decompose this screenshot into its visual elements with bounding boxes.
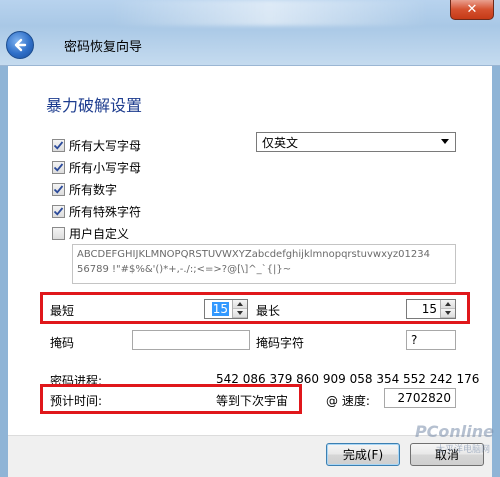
arrow-down-icon <box>445 311 451 315</box>
spin-up-button[interactable] <box>233 300 247 309</box>
min-length-spin-buttons[interactable] <box>232 300 247 318</box>
checkbox-uppercase[interactable]: 所有大写字母 <box>52 136 141 154</box>
checkbox-box[interactable] <box>52 204 65 218</box>
max-length-spin-buttons[interactable] <box>440 300 455 318</box>
checkmark-icon <box>53 140 64 150</box>
max-length-stepper[interactable]: 15 <box>406 299 456 319</box>
checkbox-lowercase[interactable]: 所有小写字母 <box>52 158 141 176</box>
checkbox-label: 所有小写字母 <box>69 160 142 175</box>
wizard-footer: 完成(F) 取消 <box>8 435 492 477</box>
watermark-subtitle: 太平洋电脑网 <box>435 445 490 455</box>
spin-up-button[interactable] <box>441 300 455 309</box>
checkbox-label: 所有数字 <box>69 182 118 197</box>
checkmark-icon <box>53 206 64 216</box>
checkbox-label: 用户自定义 <box>69 226 130 241</box>
checkbox-box[interactable] <box>52 160 65 174</box>
page-heading: 暴力破解设置 <box>46 96 143 115</box>
mask-char-label: 掩码字符 <box>256 336 305 350</box>
mask-input[interactable] <box>132 330 250 350</box>
back-arrow-icon <box>14 38 27 52</box>
checkbox-digits[interactable]: 所有数字 <box>52 180 117 198</box>
arrow-up-icon <box>237 302 243 306</box>
speed-field: 2702820 <box>384 388 456 408</box>
wizard-content: 暴力破解设置 所有大写字母 所有小写字母 所有数字 所有特殊字符 用户自定义 仅… <box>8 66 492 435</box>
checkmark-icon <box>53 162 64 172</box>
spin-down-button[interactable] <box>441 309 455 318</box>
charset-line-1: ABCDEFGHIJKLMNOPQRSTUVWXYZabcdefghijklmn… <box>77 249 430 260</box>
back-button[interactable] <box>6 31 34 59</box>
checkbox-label: 所有特殊字符 <box>69 204 142 219</box>
language-select-value: 仅英文 <box>262 135 299 150</box>
spin-down-button[interactable] <box>233 309 247 318</box>
close-icon: ✕ <box>466 2 478 17</box>
checkmark-icon <box>53 184 64 194</box>
close-button[interactable]: ✕ <box>450 0 494 20</box>
charset-preview: ABCDEFGHIJKLMNOPQRSTUVWXYZabcdefghijklmn… <box>72 244 456 284</box>
arrow-down-icon <box>237 311 243 315</box>
min-length-value: 15 <box>211 302 229 316</box>
arrow-up-icon <box>445 302 451 306</box>
frame-blur <box>110 0 430 26</box>
checkbox-label: 所有大写字母 <box>69 138 142 153</box>
finish-button[interactable]: 完成(F) <box>326 443 400 466</box>
checkbox-custom[interactable]: 用户自定义 <box>52 224 129 242</box>
wizard-title: 密码恢复向导 <box>64 40 143 55</box>
checkbox-box[interactable] <box>52 182 65 196</box>
watermark-logo: PConline <box>414 422 494 441</box>
charset-line-2: 56789 !"#$%&'()*+,-./:;<=>?@[\]^_`{|}~ <box>77 264 292 275</box>
min-length-label: 最短 <box>50 304 75 318</box>
mask-char-input[interactable]: ? <box>406 330 456 350</box>
speed-label: @ 速度: <box>326 394 370 408</box>
estimate-value: 等到下次宇宙 <box>216 394 289 408</box>
checkbox-special[interactable]: 所有特殊字符 <box>52 202 141 220</box>
min-length-stepper[interactable]: 15 <box>204 299 248 319</box>
language-select[interactable]: 仅英文 <box>256 132 456 152</box>
checkbox-box[interactable] <box>52 226 65 240</box>
mask-label: 掩码 <box>50 336 75 350</box>
max-length-value: 15 <box>421 302 437 316</box>
window-frame: ✕ 密码恢复向导 <box>0 0 500 66</box>
estimate-label: 预计时间: <box>50 394 103 408</box>
checkbox-box[interactable] <box>52 138 65 152</box>
chevron-down-icon <box>441 139 449 144</box>
max-length-label: 最长 <box>256 304 281 318</box>
